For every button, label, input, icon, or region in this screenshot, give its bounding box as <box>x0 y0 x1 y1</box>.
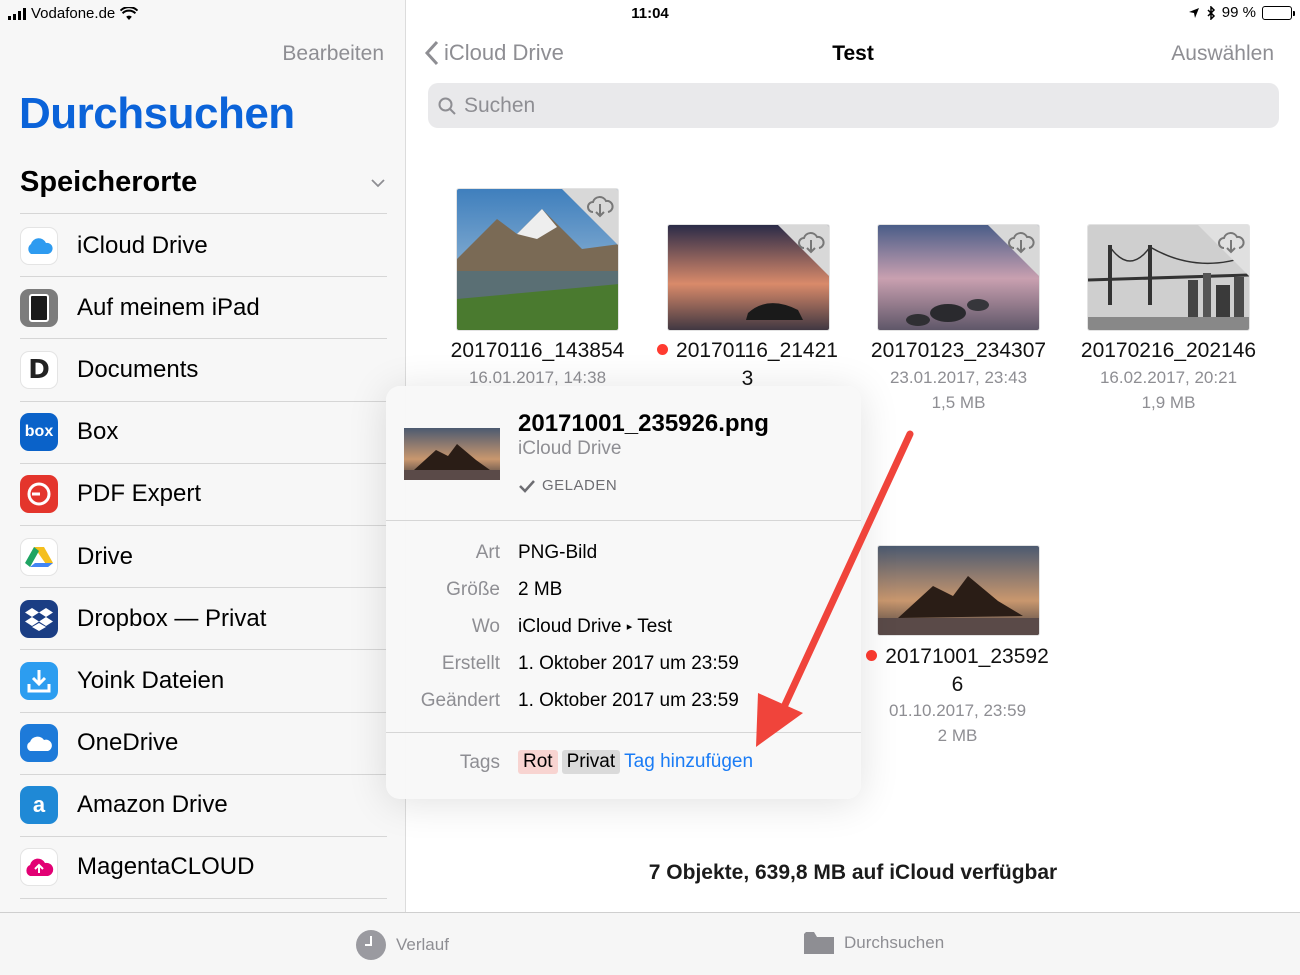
onedrive-icon <box>20 724 58 763</box>
file-info-popover: 20171001_235926.png iCloud Drive GELADEN… <box>386 386 861 799</box>
file-date: 16.02.2017, 20:21 <box>1099 368 1238 387</box>
sidebar: Bearbeiten Durchsuchen Speicherorte iClo… <box>0 0 406 912</box>
file-date: 16.01.2017, 14:38 <box>468 368 607 387</box>
tag-red[interactable]: Rot <box>518 750 558 774</box>
documents-app-icon: D <box>20 350 58 389</box>
info-row-modified: Geändert 1. Oktober 2017 um 23:59 <box>420 690 739 711</box>
file-size: 2 MB <box>937 726 978 745</box>
info-row-type: Art PNG-Bild <box>475 542 598 563</box>
search-field[interactable]: Suchen <box>428 83 1279 128</box>
file-name: 20170123_234307 <box>870 339 1047 362</box>
search-placeholder: Suchen <box>464 93 536 117</box>
sidebar-item-dropbox[interactable]: Dropbox — Privat <box>20 588 387 651</box>
file-name: 20170216_202146 <box>1080 339 1257 362</box>
pdf-expert-icon <box>20 475 58 514</box>
sidebar-item-onedrive[interactable]: OneDrive <box>20 713 387 775</box>
file-thumbnail <box>877 224 1040 331</box>
clock: 11:04 <box>631 5 669 22</box>
tag-private[interactable]: Privat <box>561 750 621 774</box>
sidebar-item-documents[interactable]: D Documents <box>20 339 387 402</box>
file-thumbnail <box>1087 224 1250 331</box>
file-size: 1,5 MB <box>931 393 986 412</box>
section-title: Speicherorte <box>20 166 198 198</box>
file-date: 23.01.2017, 23:43 <box>889 368 1028 387</box>
bluetooth-icon <box>1207 5 1215 20</box>
add-tag-link[interactable]: Tag hinzufügen <box>624 751 753 772</box>
dropbox-icon <box>20 599 58 638</box>
sidebar-item-icloud-drive[interactable]: iCloud Drive <box>20 215 387 278</box>
tab-browse[interactable]: Durchsuchen <box>803 929 944 957</box>
ipad-icon <box>20 288 58 327</box>
popover-thumbnail <box>404 428 500 480</box>
cloud-download-icon <box>587 196 614 218</box>
sidebar-item-pdf-expert[interactable]: PDF Expert <box>20 464 387 526</box>
red-tag-dot <box>866 650 878 661</box>
status-bar: Vodafone.de 11:04 99 % <box>0 0 1300 28</box>
checkmark-icon <box>519 479 535 493</box>
file-date: 01.10.2017, 23:59 <box>888 701 1027 720</box>
search-icon <box>438 97 456 115</box>
locations-list: iCloud Drive Auf meinem iPad D Documents… <box>20 215 387 900</box>
sidebar-item-amazon-drive[interactable]: a Amazon Drive <box>20 775 387 837</box>
cloud-download-icon <box>1008 232 1035 254</box>
sidebar-title: Durchsuchen <box>19 89 295 138</box>
sidebar-item-on-my-ipad[interactable]: Auf meinem iPad <box>20 277 387 340</box>
tags-list: Rot Privat Tag hinzufügen <box>518 750 753 774</box>
clock-icon <box>356 930 386 960</box>
file-thumbnail <box>456 188 619 331</box>
info-row-location: Wo iCloud Drive ▸ Test <box>471 616 673 637</box>
sidebar-item-drive[interactable]: Drive <box>20 526 387 589</box>
file-name-continued: 6 <box>951 673 964 696</box>
box-app-icon: box <box>20 413 58 452</box>
chevron-down-icon <box>371 179 385 188</box>
popover-location: iCloud Drive <box>518 438 622 459</box>
cloud-download-icon <box>798 232 825 254</box>
folder-icon <box>804 932 834 954</box>
page-title: Test <box>832 42 874 65</box>
red-tag-dot <box>657 344 669 355</box>
file-name: 20170116_143854 <box>450 339 625 362</box>
file-name: 20171001_23592 <box>860 645 1055 669</box>
file-size: 1,9 MB <box>1141 393 1196 412</box>
magentacloud-icon <box>20 848 58 887</box>
info-row-created: Erstellt 1. Oktober 2017 um 23:59 <box>441 653 739 674</box>
popover-file-name: 20171001_235926.png <box>518 410 769 437</box>
info-row-size: Größe 2 MB <box>446 579 563 600</box>
icloud-icon <box>20 226 58 265</box>
cloud-download-icon <box>1218 232 1245 254</box>
locations-section-header[interactable]: Speicherorte <box>20 166 387 214</box>
file-thumbnail <box>667 224 830 331</box>
status-right: 99 % <box>1188 4 1295 21</box>
edit-button[interactable]: Bearbeiten <box>282 42 384 66</box>
path-separator-icon: ▸ <box>626 621 633 633</box>
download-status: GELADEN <box>518 477 617 494</box>
sidebar-item-magentacloud[interactable]: MagentaCLOUD <box>20 837 387 900</box>
divider <box>386 732 861 733</box>
tab-bar: Verlauf Durchsuchen <box>0 912 1300 975</box>
battery-percent: 99 % <box>1221 4 1256 21</box>
file-name: 20170116_21421 <box>655 339 840 363</box>
yoink-icon <box>20 661 58 700</box>
location-arrow-icon <box>1188 7 1199 18</box>
google-drive-icon <box>20 537 58 576</box>
sidebar-item-box[interactable]: box Box <box>20 402 387 464</box>
tab-recent[interactable]: Verlauf <box>355 929 449 961</box>
select-button[interactable]: Auswählen <box>1171 42 1274 66</box>
divider <box>386 520 861 521</box>
storage-summary: 7 Objekte, 639,8 MB auf iCloud verfügbar <box>648 861 1058 884</box>
info-row-tags: Tags Rot Privat Tag hinzufügen <box>459 750 754 774</box>
sidebar-item-yoink[interactable]: Yoink Dateien <box>20 650 387 713</box>
battery-icon <box>1262 5 1295 20</box>
file-thumbnail <box>877 545 1040 636</box>
amazon-drive-icon: a <box>20 786 58 825</box>
location-path: iCloud Drive ▸ Test <box>518 616 673 637</box>
